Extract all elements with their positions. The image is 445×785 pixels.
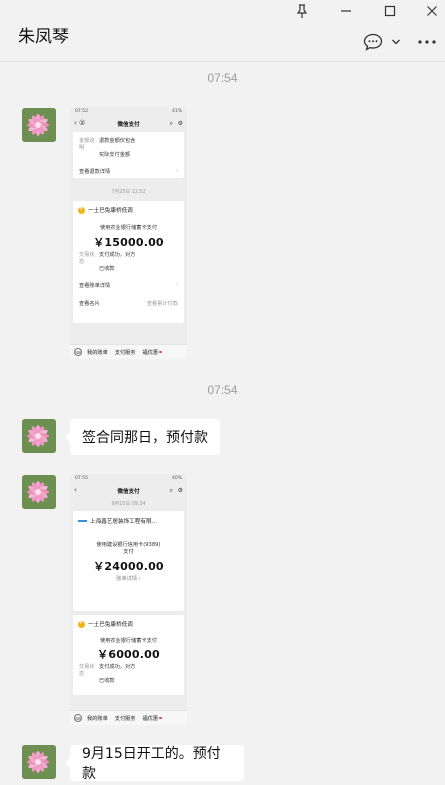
merchant-name: 一土巴兔康桥低调 <box>88 208 133 214</box>
image-message-payment-screenshot-2[interactable]: 07:55 40% ‹ 微信支付 ⌕ ⚙ 9月15日 09:34 上海鑫艺居装饰… <box>70 474 187 725</box>
phone-nav-bar: ‹ ② 微信支付 ⌕ ⚙ <box>70 116 187 132</box>
menu-item: 支付服务 <box>114 715 136 722</box>
merchant-name: 上海鑫艺居装饰工程有限… <box>90 519 158 525</box>
payment-amount: ￥15000.00 <box>93 236 164 249</box>
title-bar: 朱凤琴 <box>0 0 445 62</box>
refund-link: 查看退款详情 <box>79 169 111 175</box>
phone-bottom-menu: ⌨ 我的账单 支付服务 福优惠 <box>70 344 187 359</box>
payment-desc: 使用农业银行储蓄卡支付 <box>99 225 158 231</box>
close-icon[interactable] <box>419 2 445 20</box>
notification-dot <box>159 350 162 354</box>
phone-nav-title: 微信支付 <box>117 122 140 128</box>
phone-status-bar: 07:52 41% <box>70 107 187 116</box>
status-value-2: 已收款 <box>99 266 115 272</box>
search-icon: ⌕ <box>169 487 173 494</box>
payment-card: 一土巴兔康桥低调 使用农业银行储蓄卡支付 ￥15000.00 交易状态支付成功，… <box>73 201 184 323</box>
image-message-payment-screenshot-1[interactable]: 07:52 41% ‹ ② 微信支付 ⌕ ⚙ 金额说明 退款金额仅包含 实际支付金… <box>70 107 187 359</box>
chat-bubble-icon[interactable] <box>361 31 385 53</box>
total-link: 查看累计付款 <box>146 301 178 307</box>
chevron-right-icon: › <box>175 168 178 174</box>
menu-item: 我的账单 <box>87 349 108 356</box>
wechat-pay-coin-icon <box>78 206 85 214</box>
payment-desc: 使用建设银行信用卡(9389) <box>96 542 161 548</box>
more-icon[interactable] <box>416 31 438 53</box>
refund-value-2: 实际支付金额 <box>99 152 131 158</box>
search-icon: ⌕ <box>169 120 173 127</box>
gear-icon: ⚙ <box>177 487 183 494</box>
menu-item: 福优惠 <box>142 349 159 356</box>
refund-key: 金额说明 <box>79 138 95 151</box>
contact-name[interactable]: 朱凤琴 <box>18 22 69 47</box>
wechat-pay-coin-icon <box>78 620 85 628</box>
payment-date: 9月15日 09:34 <box>111 502 146 507</box>
minimize-icon[interactable] <box>333 2 359 20</box>
payment-card-2: 一土巴兔康桥低调 使用农业银行储蓄卡支付 ￥6000.00 交易状态支付成功，对… <box>73 615 184 695</box>
keyboard-icon: ⌨ <box>74 348 82 356</box>
bill-link: 查看账单详情 <box>79 283 111 289</box>
detail-link: 账单详情 › <box>116 576 141 582</box>
pin-icon[interactable] <box>289 2 315 20</box>
payment-amount: ￥24000.00 <box>93 560 164 573</box>
phone-nav-title: 微信支付 <box>117 489 140 495</box>
merchant-name: 一土巴兔康桥低调 <box>88 622 133 628</box>
gear-icon: ⚙ <box>177 120 183 127</box>
status-key: 交易状态 <box>79 664 95 677</box>
payment-card-1: 上海鑫艺居装饰工程有限… 使用建设银行信用卡(9389) 支付 ￥24000.0… <box>73 511 184 611</box>
notification-dot <box>159 716 162 720</box>
timestamp: 07:54 <box>207 383 238 397</box>
payment-desc: 使用农业银行储蓄卡支付 <box>99 638 158 644</box>
maximize-icon[interactable] <box>377 2 403 20</box>
menu-item: 我的账单 <box>87 715 108 722</box>
status-battery: 40% <box>171 476 182 481</box>
status-key: 交易状态 <box>79 252 95 265</box>
status-value-2: 已收款 <box>99 678 115 684</box>
merchant-logo-icon <box>78 520 87 522</box>
menu-item: 福优惠 <box>142 715 159 722</box>
text-message[interactable]: 9月15日开工的。预付款 <box>65 745 244 782</box>
chat-area[interactable]: 07:54 07:52 41% ‹ ② 微信支付 ⌕ ⚙ 金额说明 退款金额仅包… <box>0 63 445 785</box>
timestamp: 07:54 <box>207 71 238 85</box>
status-value: 支付成功，对方 <box>99 664 136 670</box>
phone-nav-bar: ‹ 微信支付 ⌕ ⚙ <box>70 483 187 499</box>
refund-card: 金额说明 退款金额仅包含 实际支付金额 查看退款详情 › <box>73 132 184 178</box>
keyboard-icon: ⌨ <box>74 714 82 722</box>
avatar[interactable] <box>22 475 56 509</box>
avatar[interactable] <box>22 419 56 453</box>
payment-desc-2: 支付 <box>123 549 134 555</box>
avatar[interactable] <box>22 745 56 779</box>
back-icon: ‹ ② <box>74 119 86 127</box>
card-link: 查看名片 <box>79 301 100 307</box>
status-time: 07:52 <box>75 109 88 114</box>
text-message[interactable]: 签合同那日，预付款 <box>65 419 220 455</box>
chevron-right-icon: › <box>175 282 178 288</box>
phone-status-bar: 07:55 40% <box>70 474 187 483</box>
back-icon: ‹ <box>74 486 77 494</box>
status-battery: 41% <box>171 109 182 114</box>
status-value: 支付成功，对方 <box>99 252 136 258</box>
menu-item: 支付服务 <box>114 349 136 356</box>
payment-amount: ￥6000.00 <box>97 648 160 661</box>
payment-date: 7月25日 12:52 <box>111 190 146 195</box>
chevron-down-icon[interactable] <box>389 31 403 53</box>
refund-value: 退款金额仅包含 <box>99 138 136 144</box>
avatar[interactable] <box>22 108 56 142</box>
status-time: 07:55 <box>75 476 88 481</box>
phone-bottom-menu: ⌨ 我的账单 支付服务 福优惠 <box>70 710 187 725</box>
